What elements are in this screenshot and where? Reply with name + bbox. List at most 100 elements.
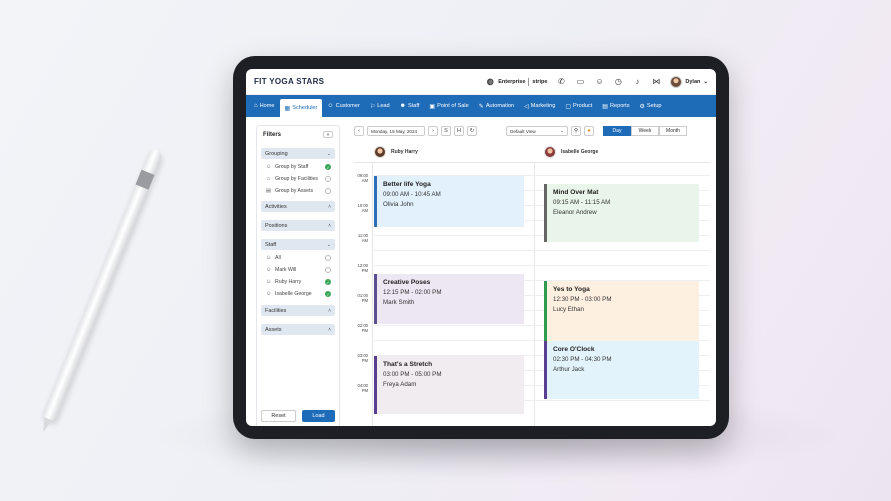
- event-card[interactable]: Creative Poses 12:15 PM - 02:00 PM Mark Sm…: [374, 273, 524, 324]
- nav-staff[interactable]: ☻ Staff: [395, 95, 425, 117]
- event-time: 03:00 PM - 05:00 PM: [383, 371, 442, 378]
- option-label: Isabelle George: [275, 291, 312, 297]
- load-button[interactable]: Load: [302, 410, 335, 422]
- staff-header-row: Ruby Harry Isabelle George: [354, 141, 710, 163]
- option-group-by-staff[interactable]: ☺ Group by Staff ✓: [261, 161, 335, 173]
- option-label: Group by Assets: [275, 188, 314, 194]
- nav-label: Lead: [377, 103, 390, 109]
- reset-button[interactable]: Reset: [261, 410, 296, 422]
- section-label: Facilities: [265, 307, 287, 314]
- time-label: 10:00 AM: [357, 203, 368, 213]
- nav-label: Scheduler: [292, 105, 318, 111]
- filter-actions: Reset Load: [261, 410, 335, 422]
- top-bar: FIT YOGA STARS ◍ Enterprise stripe ✆ ▭ ☺…: [246, 69, 716, 95]
- event-time: 09:15 AM - 11:15 AM: [553, 198, 611, 206]
- nav-label: Point of Sale: [437, 103, 469, 109]
- tab-day[interactable]: Day: [603, 126, 631, 136]
- chevron-up-icon: ˄: [328, 203, 331, 210]
- megaphone-icon: ◁: [524, 103, 529, 110]
- tab-month[interactable]: Month: [659, 126, 687, 136]
- section-facilities[interactable]: Facilities ˄: [261, 305, 335, 316]
- tab-week[interactable]: Week: [631, 126, 659, 136]
- presentation-icon[interactable]: ▭: [575, 77, 585, 87]
- nav-product[interactable]: ▢ Product: [560, 95, 597, 117]
- stripe-label: stripe: [532, 78, 548, 85]
- nav-lead[interactable]: ⚐ Lead: [365, 95, 395, 117]
- staff-column-header: Ruby Harry: [374, 146, 418, 158]
- user-menu[interactable]: Dylan ⌄: [670, 75, 708, 88]
- s-button[interactable]: S: [441, 126, 451, 136]
- radio-empty[interactable]: [325, 188, 331, 194]
- option-group-by-facilities[interactable]: ⌂ Group by Facilities: [261, 173, 335, 185]
- clock-icon[interactable]: ◷: [613, 77, 623, 87]
- check-icon[interactable]: ✓: [325, 164, 331, 170]
- nav-label: Staff: [407, 103, 420, 109]
- event-title: That's a Stretch: [383, 361, 433, 368]
- nav-automation[interactable]: ✎ Automation: [474, 95, 519, 117]
- nav-setup[interactable]: ⚙ Setup: [635, 95, 667, 117]
- view-select-label: Default View: [510, 128, 536, 134]
- nav-pos[interactable]: ▣ Point of Sale: [424, 95, 473, 117]
- option-staff-isabelle-george[interactable]: ☺ Isabelle George ✓: [261, 288, 335, 300]
- bell-icon[interactable]: ♪: [632, 77, 642, 87]
- staff-icon: ☻: [399, 103, 406, 109]
- section-grouping[interactable]: Grouping ⌄: [261, 148, 335, 159]
- section-positions[interactable]: Positions ˄: [261, 220, 335, 231]
- check-icon[interactable]: ✓: [325, 291, 331, 297]
- section-assets[interactable]: Assets ˄: [261, 324, 335, 335]
- check-icon[interactable]: ✓: [325, 279, 331, 285]
- nav-home[interactable]: ⌂ Home: [249, 95, 280, 117]
- filters-title: Filters: [263, 131, 282, 138]
- top-right-controls: ◍ Enterprise stripe ✆ ▭ ☺ ◷ ♪ ⋈ Dylan ⌄: [485, 75, 708, 88]
- option-staff-all[interactable]: ☺ All: [261, 252, 335, 264]
- palette-icon[interactable]: ●: [584, 126, 594, 136]
- home-icon: ⌂: [254, 103, 258, 109]
- event-card[interactable]: Better life Yoga 09:00 AM - 10:45 AM Olivi…: [374, 176, 524, 227]
- event-card[interactable]: Mind Over Mat 09:15 AM - 11:15 AM Eleanor …: [544, 183, 699, 242]
- link-icon[interactable]: ⚲: [571, 126, 581, 136]
- nav-marketing[interactable]: ◁ Marketing: [519, 95, 560, 117]
- option-group-by-assets[interactable]: ▤ Group by Assets: [261, 185, 335, 197]
- calendar-icon: ▦: [284, 105, 291, 112]
- checkbox-empty[interactable]: [325, 267, 331, 273]
- section-activities[interactable]: Activities ˄: [261, 201, 335, 212]
- nav-scheduler[interactable]: ▦ Scheduler: [279, 99, 323, 117]
- chevron-up-icon: ˄: [328, 307, 331, 314]
- chevron-up-icon: ˄: [328, 326, 331, 333]
- date-picker[interactable]: Monday, 15 May, 2024: [367, 126, 425, 136]
- event-title: Better life Yoga: [383, 181, 431, 188]
- event-instructor: Freya Adam: [383, 381, 417, 388]
- time-label: 04:00 PM: [357, 383, 368, 393]
- nav-customer[interactable]: ☺ Customer: [322, 95, 364, 117]
- users-icon: ☺: [265, 255, 272, 261]
- option-staff-ruby-harry[interactable]: ☺ Ruby Harry ✓: [261, 276, 335, 288]
- users-icon[interactable]: ☺: [594, 77, 604, 87]
- section-staff[interactable]: Staff ⌄: [261, 239, 335, 250]
- event-card[interactable]: Core O'Clock 02:30 PM - 04:30 PM Arthur Ja…: [544, 341, 699, 399]
- nav-reports[interactable]: ▤ Reports: [597, 95, 634, 117]
- collapse-button[interactable]: «: [323, 131, 333, 138]
- checkbox-empty[interactable]: [325, 255, 331, 261]
- stylus-tip: [39, 417, 53, 434]
- h-button[interactable]: H: [454, 126, 464, 136]
- scheduler-panel: ‹ Monday, 15 May, 2024 › S H ↻ Default V…: [346, 117, 716, 426]
- time-label: 09:00 AM: [357, 173, 368, 183]
- brand-logo: FIT YOGA STARS: [254, 77, 325, 86]
- option-staff-mark-will[interactable]: ☺ Mark Will: [261, 264, 335, 276]
- view-select[interactable]: Default View ⌄: [506, 126, 568, 136]
- phone-icon[interactable]: ✆: [556, 77, 566, 87]
- prev-day-button[interactable]: ‹: [354, 126, 364, 136]
- event-title: Yes to Yoga: [553, 286, 590, 293]
- next-day-button[interactable]: ›: [428, 126, 438, 136]
- enterprise-switch[interactable]: ◍ Enterprise stripe: [485, 77, 548, 87]
- main-content: Filters « Grouping ⌄ ☺ Group by Staff ✓ …: [246, 117, 716, 426]
- automation-icon: ✎: [478, 103, 484, 110]
- event-title: Creative Poses: [383, 278, 431, 286]
- filters-header: Filters «: [261, 130, 335, 144]
- event-card[interactable]: That's a Stretch 03:00 PM - 05:00 PM Freya…: [374, 356, 524, 414]
- radio-empty[interactable]: [325, 176, 331, 182]
- share-icon[interactable]: ⋈: [651, 77, 661, 87]
- time-label: 12:00 PM: [357, 263, 368, 273]
- refresh-icon[interactable]: ↻: [467, 126, 477, 136]
- section-label: Activities: [265, 203, 287, 210]
